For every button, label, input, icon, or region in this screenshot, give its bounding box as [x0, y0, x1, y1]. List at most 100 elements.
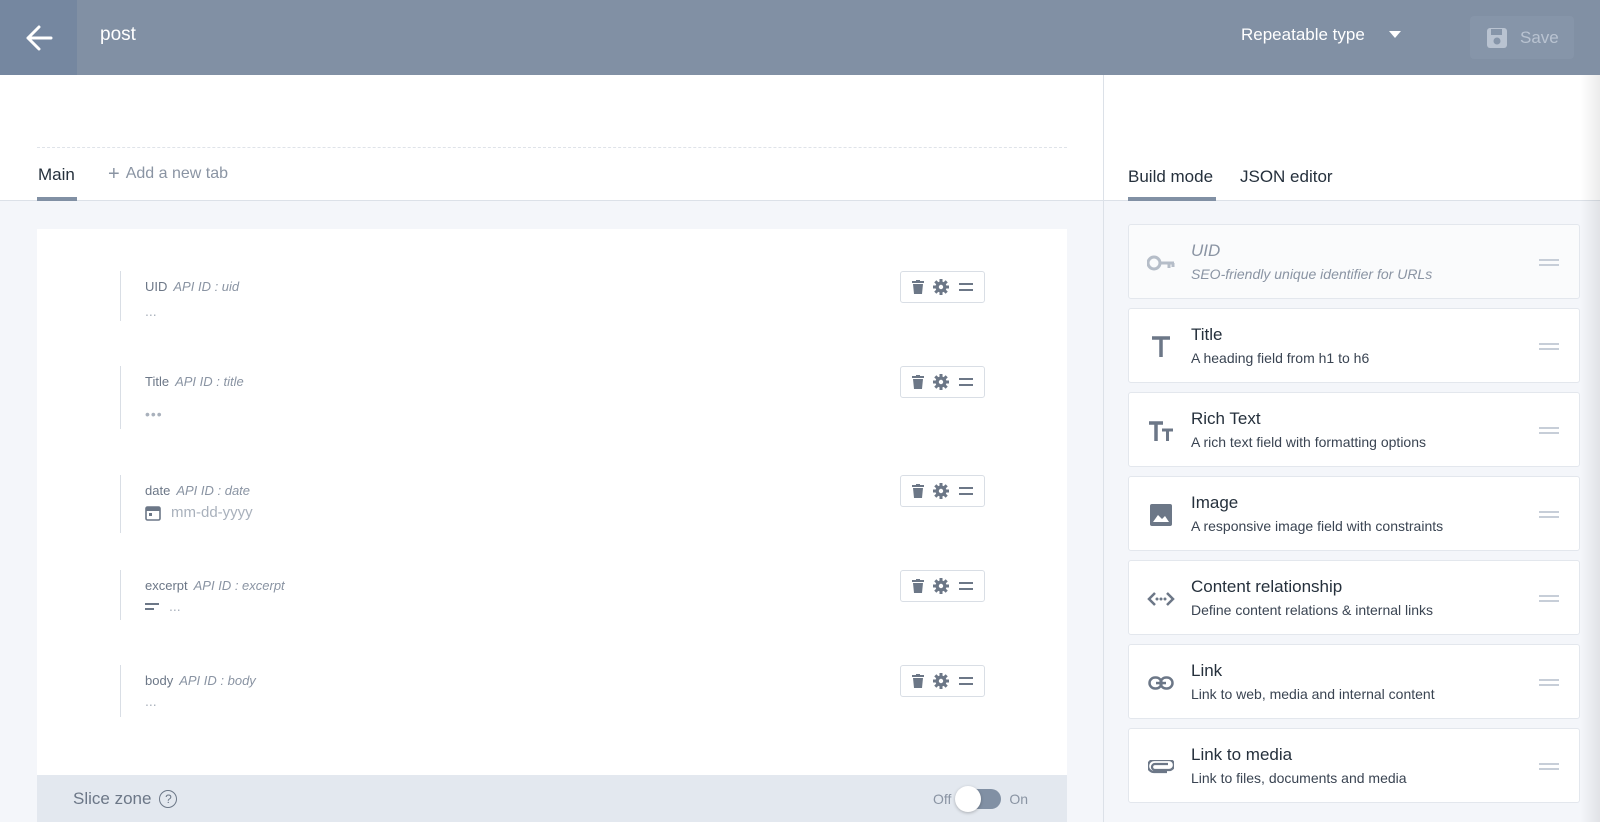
widget-description: A heading field from h1 to h6 — [1191, 350, 1370, 366]
drag-handle-icon[interactable] — [1539, 511, 1559, 521]
widget-rich-text[interactable]: Rich Text A rich text field with formatt… — [1128, 392, 1580, 467]
link-icon — [1147, 669, 1175, 697]
help-icon[interactable]: ? — [159, 790, 178, 808]
editor-panel: Main + Add a new tab UID API ID : uid ... — [0, 75, 1103, 822]
field-label: excerpt API ID : excerpt — [145, 578, 285, 593]
widget-image[interactable]: Image A responsive image field with cons… — [1128, 476, 1580, 551]
drag-lines-icon — [959, 582, 974, 590]
widget-description: Link to files, documents and media — [1191, 770, 1407, 786]
active-tab-indicator — [37, 197, 77, 201]
field-date[interactable]: date API ID : date mm-dd-yyyy — [120, 475, 1020, 533]
tab-main[interactable]: Main — [38, 165, 75, 185]
field-actions — [900, 366, 985, 398]
widget-title: Link to media — [1191, 745, 1293, 764]
drag-handle[interactable] — [959, 378, 974, 386]
drag-handle-icon[interactable] — [1539, 343, 1559, 353]
widget-title: Rich Text — [1191, 409, 1261, 428]
drag-handle[interactable] — [959, 677, 974, 685]
field-label: Title API ID : title — [145, 374, 244, 389]
field-placeholder: ... — [145, 598, 181, 614]
widget-title: Image — [1191, 493, 1239, 512]
trash-icon — [911, 375, 924, 389]
field-placeholder: mm-dd-yyyy — [145, 504, 253, 521]
field-excerpt[interactable]: excerpt API ID : excerpt ... — [120, 570, 1020, 622]
field-guide-line — [120, 665, 121, 717]
title-t-icon — [1147, 333, 1175, 361]
slice-zone-toggle[interactable] — [955, 786, 1002, 812]
field-title[interactable]: Title API ID : title ••• — [120, 366, 1020, 430]
widget-uid[interactable]: UID SEO-friendly unique identifier for U… — [1128, 224, 1580, 299]
window: post Repeatable type Save Main + Add a n… — [0, 0, 1600, 822]
arrow-left-icon — [26, 25, 52, 50]
settings-button[interactable] — [933, 578, 950, 594]
widget-title: Link — [1191, 661, 1223, 680]
paperclip-icon — [1147, 753, 1175, 781]
drag-handle-icon[interactable] — [1539, 679, 1559, 689]
scrollbar-track[interactable] — [1580, 75, 1600, 822]
calendar-icon — [145, 505, 161, 521]
settings-button[interactable] — [933, 483, 950, 499]
save-button[interactable]: Save — [1470, 16, 1574, 59]
field-uid[interactable]: UID API ID : uid ... — [120, 271, 1020, 323]
drag-handle[interactable] — [959, 487, 974, 495]
tab-json-editor[interactable]: JSON editor — [1240, 167, 1333, 187]
rich-text-icon — [1147, 417, 1175, 445]
divider — [37, 147, 1067, 148]
field-api-id: API ID : excerpt — [193, 578, 285, 593]
gear-icon — [933, 673, 950, 689]
delete-button[interactable] — [911, 674, 924, 688]
delete-button[interactable] — [911, 579, 924, 593]
type-dropdown[interactable]: Repeatable type — [1241, 25, 1401, 45]
widget-description: Define content relations & internal link… — [1191, 602, 1434, 618]
add-tab-button[interactable]: + Add a new tab — [108, 164, 228, 184]
widgets-panel: Build mode JSON editor UID SEO-friendly … — [1103, 75, 1600, 822]
field-name: Title — [145, 374, 170, 389]
floppy-disk-icon — [1487, 27, 1507, 48]
caret-down-icon — [1388, 31, 1401, 38]
field-guide-line — [120, 366, 121, 429]
drag-handle-icon[interactable] — [1539, 259, 1559, 269]
code-relationship-icon — [1147, 585, 1175, 613]
drag-handle[interactable] — [959, 283, 974, 291]
widget-title-field[interactable]: Title A heading field from h1 to h6 — [1128, 308, 1580, 383]
delete-button[interactable] — [911, 484, 924, 498]
tab-build-mode[interactable]: Build mode — [1128, 167, 1213, 187]
settings-button[interactable] — [933, 374, 950, 390]
drag-handle-icon[interactable] — [1539, 763, 1559, 773]
field-guide-line — [120, 570, 121, 620]
fields-canvas: UID API ID : uid ... Title API ID : title — [37, 229, 1067, 822]
placeholder-text: ... — [145, 303, 157, 319]
drag-handle[interactable] — [959, 582, 974, 590]
field-actions — [900, 475, 985, 507]
drag-lines-icon — [959, 378, 974, 386]
tab-bar: Main + Add a new tab — [0, 75, 1103, 201]
back-button[interactable] — [0, 0, 77, 75]
widget-description: Link to web, media and internal content — [1191, 686, 1435, 702]
placeholder-text: mm-dd-yyyy — [171, 504, 253, 521]
trash-icon — [911, 280, 924, 294]
widget-link-to-media[interactable]: Link to media Link to files, documents a… — [1128, 728, 1580, 803]
delete-button[interactable] — [911, 280, 924, 294]
drag-handle-icon[interactable] — [1539, 595, 1559, 605]
drag-lines-icon — [959, 487, 974, 495]
widget-title: Content relationship — [1191, 577, 1343, 596]
field-api-id: API ID : date — [176, 483, 251, 498]
widget-link[interactable]: Link Link to web, media and internal con… — [1128, 644, 1580, 719]
delete-button[interactable] — [911, 375, 924, 389]
widget-content-relationship[interactable]: Content relationship Define content rela… — [1128, 560, 1580, 635]
field-api-id: API ID : body — [179, 673, 256, 688]
drag-handle-icon[interactable] — [1539, 427, 1559, 437]
settings-button[interactable] — [933, 279, 950, 295]
drag-lines-icon — [959, 283, 974, 291]
field-actions — [900, 665, 985, 697]
field-placeholder: ••• — [145, 406, 163, 422]
field-placeholder: ... — [145, 303, 157, 319]
gear-icon — [933, 279, 950, 295]
settings-button[interactable] — [933, 673, 950, 689]
trash-icon — [911, 579, 924, 593]
field-body[interactable]: body API ID : body ... — [120, 665, 1020, 717]
save-button-label: Save — [1520, 27, 1559, 47]
type-dropdown-label: Repeatable type — [1241, 25, 1365, 44]
gear-icon — [933, 483, 950, 499]
widget-description: A responsive image field with constraint… — [1191, 518, 1444, 534]
